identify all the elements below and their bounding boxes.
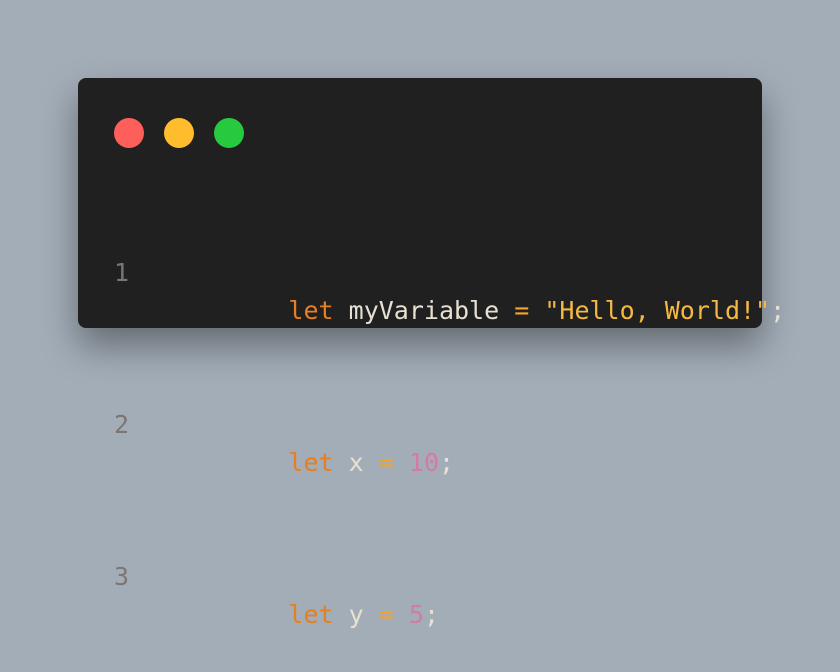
keyword-token: let (288, 448, 334, 477)
code-text: let myVariable = "Hello, World!"; (168, 254, 785, 325)
number-token: 5 (408, 600, 424, 629)
code-window: 1 let myVariable = "Hello, World!"; 2 le… (78, 78, 785, 629)
maximize-dot-icon[interactable] (214, 118, 244, 148)
window-controls (114, 118, 244, 148)
line-number: 3 (114, 562, 130, 591)
punctuation-token: ; (423, 600, 440, 629)
code-area: 1 let myVariable = "Hello, World!"; 2 le… (114, 178, 785, 672)
code-text: let y = 5; (168, 558, 439, 629)
identifier-token: x (348, 448, 364, 477)
punctuation-token: ; (770, 296, 786, 325)
line-number: 1 (114, 258, 130, 287)
operator-token: = (514, 296, 530, 325)
code-line-2: 2 let x = 10; (114, 406, 785, 477)
code-text: let x = 10; (168, 406, 454, 477)
close-dot-icon[interactable] (114, 118, 144, 148)
line-number: 2 (114, 410, 130, 439)
code-line-1: 1 let myVariable = "Hello, World!"; (114, 254, 785, 325)
operator-token: = (378, 600, 394, 629)
number-token: 10 (408, 448, 439, 477)
string-token: "Hello, World!" (544, 296, 771, 325)
code-line-3: 3 let y = 5; (114, 558, 785, 629)
keyword-token: let (288, 600, 334, 629)
minimize-dot-icon[interactable] (164, 118, 194, 148)
identifier-token: y (348, 600, 364, 629)
operator-token: = (378, 448, 394, 477)
keyword-token: let (288, 296, 334, 325)
identifier-token: myVariable (348, 296, 500, 325)
punctuation-token: ; (439, 448, 455, 477)
